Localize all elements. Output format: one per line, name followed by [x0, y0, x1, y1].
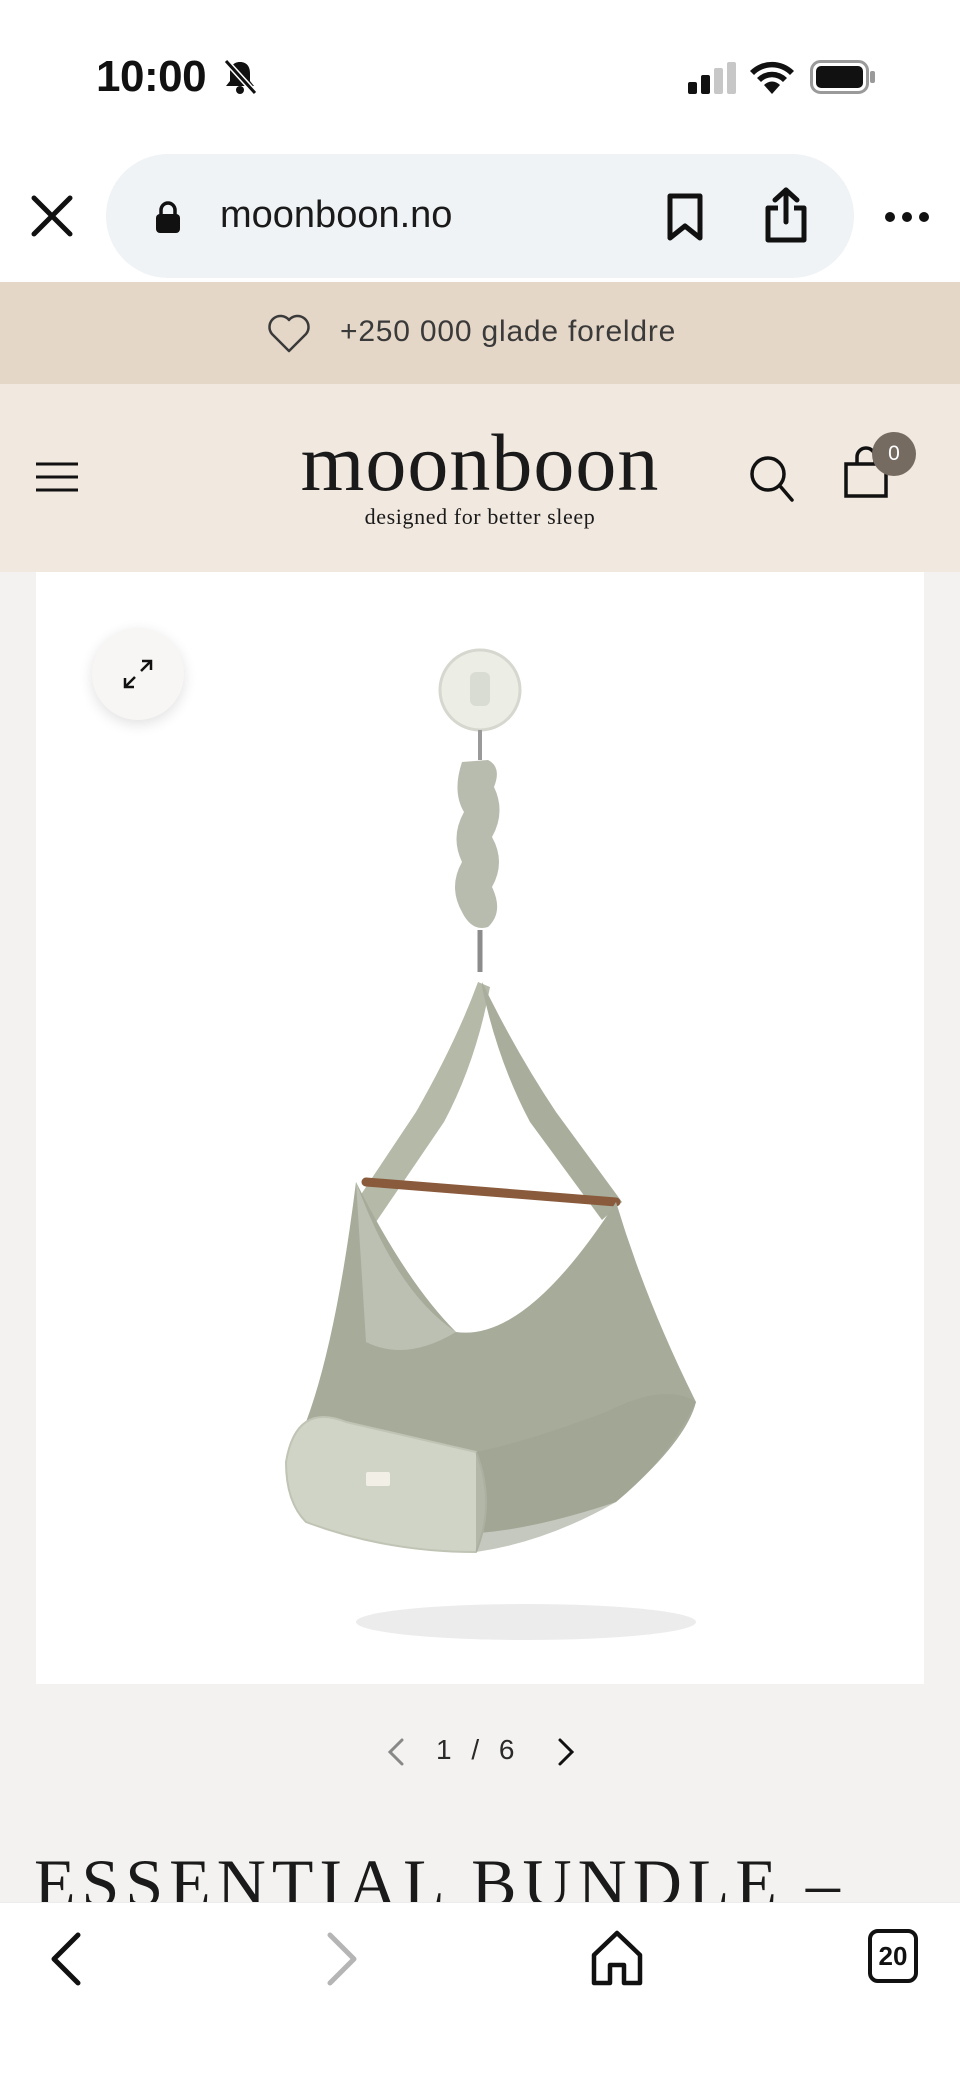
back-icon[interactable]: [46, 1929, 86, 1989]
close-icon[interactable]: [28, 192, 76, 240]
site-header: moonboon designed for better sleep 0: [0, 384, 960, 572]
gallery-pager: 1 / 6: [0, 1722, 960, 1782]
heart-icon: [268, 314, 310, 353]
logo-wordmark: moonboon: [300, 417, 660, 508]
browser-toolbar: 20: [0, 1902, 960, 2087]
product-page: 1 / 6 ESSENTIAL BUNDLE –: [0, 572, 960, 1902]
search-icon[interactable]: [748, 452, 796, 504]
lock-icon: [156, 201, 180, 233]
forward-icon[interactable]: [322, 1929, 362, 1989]
more-icon[interactable]: [884, 202, 930, 232]
pager-text: 1 / 6: [436, 1734, 521, 1765]
url-text[interactable]: moonboon.no: [220, 194, 452, 237]
chevron-right-icon[interactable]: [552, 1736, 580, 1768]
hamburger-menu-icon[interactable]: [34, 460, 80, 494]
bell-slash-icon: [223, 58, 258, 96]
status-bar: 10:00: [0, 0, 960, 150]
promo-banner: +250 000 glade foreldre: [0, 282, 960, 384]
tabs-icon[interactable]: 20: [868, 1929, 918, 1983]
browser-bar: moonboon.no: [0, 150, 960, 282]
cart-count-badge[interactable]: 0: [872, 432, 916, 476]
product-image[interactable]: [226, 642, 746, 1652]
chevron-left-icon[interactable]: [382, 1736, 410, 1768]
site-logo[interactable]: moonboon designed for better sleep: [280, 420, 680, 530]
promo-text: +250 000 glade foreldre: [340, 315, 677, 348]
home-icon[interactable]: [590, 1929, 644, 1987]
product-title: ESSENTIAL BUNDLE –: [34, 1845, 846, 1902]
expand-button[interactable]: [92, 628, 184, 720]
expand-icon: [123, 659, 153, 689]
status-time: 10:00: [96, 52, 207, 101]
cellular-signal-icon: [688, 62, 736, 94]
wifi-icon: [750, 61, 794, 94]
product-gallery[interactable]: [36, 572, 924, 1684]
bookmark-icon[interactable]: [662, 192, 708, 242]
battery-icon: [810, 60, 875, 94]
share-icon[interactable]: [762, 186, 810, 244]
address-bar[interactable]: moonboon.no: [106, 154, 854, 278]
